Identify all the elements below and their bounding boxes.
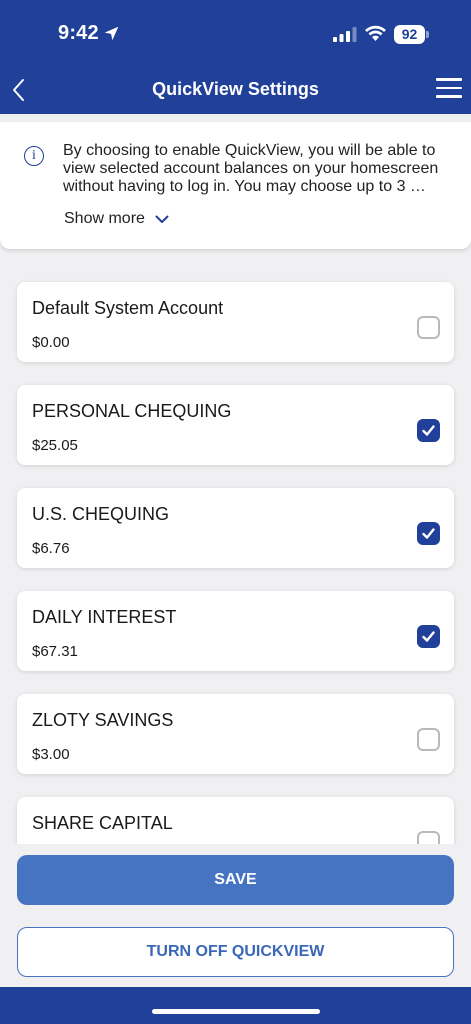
cellular-signal-icon (333, 27, 357, 42)
hamburger-icon-line (436, 78, 462, 81)
account-balance: $6.76 (32, 540, 70, 557)
account-name: PERSONAL CHEQUING (32, 401, 232, 421)
chevron-down-icon (155, 215, 169, 223)
account-card[interactable]: Default System Account $0.00 (17, 282, 454, 362)
bottom-bar (0, 987, 471, 1024)
page-title: QuickView Settings (152, 79, 319, 99)
account-name: Default System Account (32, 298, 224, 318)
checkmark-icon (422, 631, 435, 642)
account-name: U.S. CHEQUING (32, 504, 170, 524)
account-checkbox[interactable] (417, 522, 440, 545)
show-more-label: Show more (64, 210, 145, 227)
info-text: By choosing to enable QuickView, you wil… (63, 142, 439, 195)
account-card[interactable]: ZLOTY SAVINGS $3.00 (17, 694, 454, 774)
hamburger-icon-line (436, 86, 462, 89)
account-checkbox[interactable] (417, 728, 440, 751)
account-checkbox[interactable] (417, 831, 440, 844)
account-balance: $3.00 (32, 746, 70, 763)
account-name: SHARE CAPITAL (32, 813, 173, 833)
account-name: ZLOTY SAVINGS (32, 710, 174, 730)
account-checkbox[interactable] (417, 419, 440, 442)
account-card[interactable]: SHARE CAPITAL (17, 797, 454, 844)
account-list[interactable]: Default System Account $0.00 PERSONAL CH… (0, 264, 471, 844)
hamburger-icon-line (436, 95, 462, 98)
battery-tip (426, 31, 429, 38)
account-checkbox[interactable] (417, 625, 440, 648)
account-checkbox[interactable] (417, 316, 440, 339)
show-more-link[interactable]: Show more (64, 210, 169, 228)
checkmark-icon (422, 528, 435, 539)
app-header: 9:42 92 QuickView Settings (0, 0, 471, 114)
turn-off-quickview-button[interactable]: TURN OFF QUICKVIEW (17, 927, 454, 977)
wifi-icon (365, 25, 386, 41)
account-card[interactable]: DAILY INTEREST $67.31 (17, 591, 454, 671)
location-arrow-icon (104, 26, 119, 41)
account-card[interactable]: U.S. CHEQUING $6.76 (17, 488, 454, 568)
info-icon: i (24, 146, 44, 166)
battery-indicator: 92 (394, 25, 425, 44)
save-button[interactable]: SAVE (17, 855, 454, 905)
account-name: DAILY INTEREST (32, 607, 177, 627)
account-balance: $25.05 (32, 437, 78, 454)
checkmark-icon (422, 425, 435, 436)
home-indicator[interactable] (152, 1009, 320, 1014)
account-card[interactable]: PERSONAL CHEQUING $25.05 (17, 385, 454, 465)
account-balance: $0.00 (32, 334, 70, 351)
account-balance: $67.31 (32, 643, 78, 660)
status-time: 9:42 (58, 22, 99, 44)
menu-button[interactable] (436, 78, 462, 102)
